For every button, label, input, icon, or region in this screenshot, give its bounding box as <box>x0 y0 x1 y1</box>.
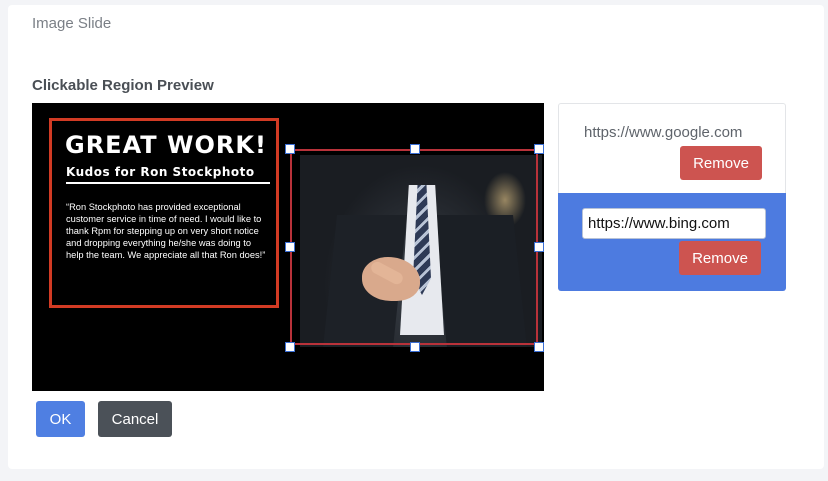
section-title: Clickable Region Preview <box>32 77 214 94</box>
clickable-region[interactable] <box>290 149 538 345</box>
slide-text-box: GREAT WORK! Kudos for Ron Stockphoto “Ro… <box>49 118 279 308</box>
ok-button[interactable]: OK <box>36 401 85 437</box>
resize-handle-bottom-left[interactable] <box>285 342 295 352</box>
link-url-text: https://www.google.com <box>584 124 743 141</box>
link-item[interactable]: https://www.google.com Remove <box>558 103 786 193</box>
link-url-input[interactable] <box>582 208 766 239</box>
slide-body-text: “Ron Stockphoto has provided exceptional… <box>66 202 266 261</box>
link-item-selected[interactable]: Remove <box>558 193 786 291</box>
resize-handle-left[interactable] <box>285 242 295 252</box>
slide-headline: GREAT WORK! <box>65 131 267 159</box>
remove-link-button[interactable]: Remove <box>680 146 762 180</box>
resize-handle-top-left[interactable] <box>285 144 295 154</box>
slide-subheadline: Kudos for Ron Stockphoto <box>66 165 270 184</box>
resize-handle-bottom[interactable] <box>410 342 420 352</box>
resize-handle-bottom-right[interactable] <box>534 342 544 352</box>
page-title: Image Slide <box>32 15 112 32</box>
resize-handle-right[interactable] <box>534 242 544 252</box>
remove-link-button[interactable]: Remove <box>679 241 761 275</box>
cancel-button[interactable]: Cancel <box>98 401 172 437</box>
link-list: https://www.google.com Remove Remove <box>558 103 786 291</box>
slide-preview: GREAT WORK! Kudos for Ron Stockphoto “Ro… <box>32 103 544 391</box>
resize-handle-top[interactable] <box>410 144 420 154</box>
resize-handle-top-right[interactable] <box>534 144 544 154</box>
